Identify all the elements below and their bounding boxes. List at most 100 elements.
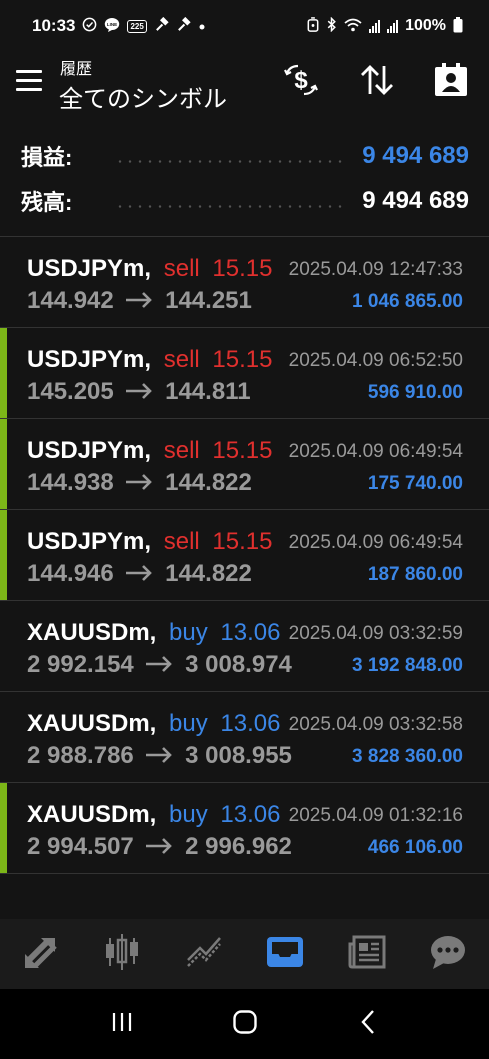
trade-close-price: 144.822: [165, 560, 252, 587]
wifi-icon: [344, 18, 362, 35]
account-report-icon[interactable]: [431, 62, 471, 98]
recent-apps-button[interactable]: [102, 1004, 142, 1044]
trade-volume: 15.15: [212, 437, 273, 464]
trade-row[interactable]: XAUUSDm, buy 13.06 2025.04.09 03:32:59 2…: [0, 601, 489, 692]
trade-volume: 13.06: [220, 619, 281, 646]
trade-prices: 144.942 144.251: [27, 287, 252, 316]
trade-volume: 15.15: [212, 346, 273, 373]
trade-prices: 144.946 144.822: [27, 560, 252, 589]
hamburger-menu-icon[interactable]: [16, 70, 44, 92]
svg-text:$: $: [294, 67, 308, 94]
trade-prices: 2 992.154 3 008.974: [27, 651, 292, 680]
trade-row[interactable]: USDJPYm, sell 15.15 2025.04.09 06:49:54 …: [0, 510, 489, 601]
trade-side: buy: [169, 710, 208, 737]
currency-exchange-icon[interactable]: $: [281, 62, 321, 98]
trade-time: 2025.04.09 06:52:50: [288, 350, 463, 371]
trade-close-price: 144.251: [165, 287, 252, 314]
trade-time: 2025.04.09 06:49:54: [288, 532, 463, 553]
dot-icon: [198, 19, 206, 34]
trade-profit: 3 828 360.00: [352, 746, 463, 767]
trade-volume: 13.06: [220, 801, 281, 828]
nav-messages[interactable]: [408, 919, 489, 989]
alarm-icon: [307, 17, 319, 35]
trade-side: buy: [169, 619, 208, 646]
trade-close-price: 2 996.962: [185, 833, 292, 860]
battery-percent: 100%: [405, 17, 446, 34]
arrow-right-icon: [124, 561, 154, 589]
trade-close-price: 3 008.974: [185, 651, 292, 678]
trade-prices: 145.205 144.811: [27, 378, 251, 407]
arrow-right-icon: [124, 470, 154, 498]
trade-symbol: USDJPYm,: [27, 437, 152, 464]
trade-symbol: USDJPYm,: [27, 346, 152, 373]
dotted-leader: [115, 204, 349, 208]
trade-marker: [0, 783, 7, 873]
trade-header: USDJPYm, sell 15.15: [27, 255, 272, 283]
trade-volume: 13.06: [220, 710, 281, 737]
profit-label: 損益:: [21, 145, 73, 170]
back-button[interactable]: [348, 1004, 388, 1044]
trade-close-price: 144.822: [165, 469, 252, 496]
sort-arrows-icon[interactable]: [357, 62, 397, 98]
trade-prices: 2 988.786 3 008.955: [27, 742, 292, 771]
trade-symbol: USDJPYm,: [27, 255, 152, 282]
profit-value: 9 494 689: [362, 142, 469, 169]
trade-row[interactable]: USDJPYm, sell 15.15 2025.04.09 12:47:33 …: [0, 237, 489, 328]
header-title[interactable]: 全てのシンボル: [59, 79, 227, 114]
trade-row[interactable]: USDJPYm, sell 15.15 2025.04.09 06:52:50 …: [0, 328, 489, 419]
trade-header: XAUUSDm, buy 13.06: [27, 710, 280, 738]
trade-header: USDJPYm, sell 15.15: [27, 346, 272, 374]
nav-quotes[interactable]: [0, 919, 82, 989]
home-button[interactable]: [225, 1004, 265, 1044]
trade-marker: [0, 328, 7, 418]
trade-time: 2025.04.09 12:47:33: [288, 259, 463, 280]
trade-side: sell: [163, 437, 200, 464]
arrow-right-icon: [144, 652, 174, 680]
trade-header: USDJPYm, sell 15.15: [27, 437, 272, 465]
trade-row[interactable]: USDJPYm, sell 15.15 2025.04.09 06:49:54 …: [0, 419, 489, 510]
trade-symbol: XAUUSDm,: [27, 619, 157, 646]
trade-side: sell: [163, 528, 200, 555]
trade-volume: 15.15: [212, 255, 273, 282]
arrow-right-icon: [144, 834, 174, 862]
profit-row: 損益: 9 494 689: [21, 136, 469, 176]
trade-time: 2025.04.09 03:32:58: [288, 714, 463, 735]
nav-news[interactable]: [326, 919, 408, 989]
trade-open-price: 144.942: [27, 287, 114, 314]
home-icon: [232, 1009, 258, 1040]
trade-profit: 466 106.00: [367, 837, 463, 858]
nav-history[interactable]: [245, 919, 327, 989]
trade-symbol: USDJPYm,: [27, 528, 152, 555]
recent-apps-icon: [110, 1011, 134, 1038]
trade-marker: [0, 419, 7, 509]
newspaper-icon: [347, 932, 387, 977]
trade-symbol: XAUUSDm,: [27, 801, 157, 828]
system-navigation-bar: [0, 989, 489, 1059]
hammer-icon: [176, 16, 191, 35]
trade-row[interactable]: XAUUSDm, buy 13.06 2025.04.09 01:32:16 2…: [0, 783, 489, 874]
trade-header: XAUUSDm, buy 13.06: [27, 619, 280, 647]
trade-time: 2025.04.09 01:32:16: [288, 805, 463, 826]
trade-marker: [0, 510, 7, 600]
trade-history-list: USDJPYm, sell 15.15 2025.04.09 12:47:33 …: [0, 237, 489, 874]
balance-label: 残高:: [21, 190, 73, 215]
app-header: 履歴 全てのシンボル $: [0, 52, 489, 132]
trade-open-price: 2 988.786: [27, 742, 134, 769]
signal-strength-icon: [369, 19, 381, 33]
signal-strength-icon: [387, 19, 399, 33]
trade-header: USDJPYm, sell 15.15: [27, 528, 272, 556]
arrow-right-icon: [124, 288, 154, 316]
nav-chart[interactable]: [82, 919, 164, 989]
trade-line-icon: [184, 932, 224, 977]
trade-side: sell: [163, 346, 200, 373]
arrow-right-icon: [124, 379, 154, 407]
bottom-navigation: [0, 919, 489, 989]
trade-profit: 175 740.00: [367, 473, 463, 494]
trade-header: XAUUSDm, buy 13.06: [27, 801, 280, 829]
balance-summary: 損益: 9 494 689 残高: 9 494 689: [0, 136, 489, 236]
nav-trade[interactable]: [163, 919, 245, 989]
trade-row[interactable]: XAUUSDm, buy 13.06 2025.04.09 03:32:58 2…: [0, 692, 489, 783]
battery-icon: [453, 16, 463, 36]
inbox-tray-icon: [264, 932, 306, 977]
quotes-arrows-icon: [21, 932, 61, 977]
